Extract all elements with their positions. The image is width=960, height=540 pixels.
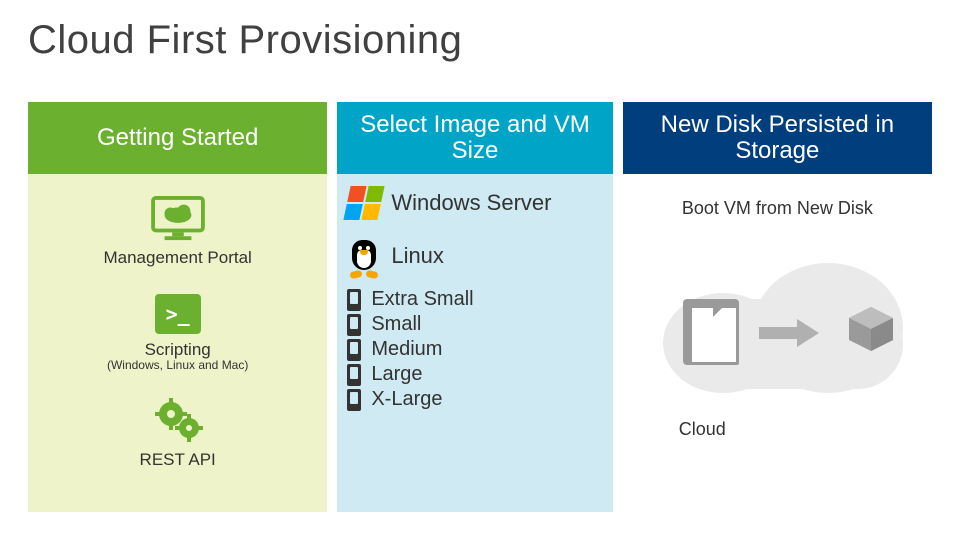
disk-document-icon bbox=[713, 301, 729, 317]
size-label: X-Large bbox=[371, 388, 442, 411]
size-label: Large bbox=[371, 363, 422, 386]
gear-icon bbox=[153, 394, 203, 444]
terminal-icon: >_ bbox=[155, 294, 201, 334]
linux-label: Linux bbox=[391, 243, 444, 269]
disk-document-icon bbox=[683, 299, 739, 365]
col2-header: Select Image and VM Size bbox=[337, 102, 612, 174]
arrow-right-icon bbox=[759, 319, 819, 347]
col1-header: Getting Started bbox=[28, 102, 327, 174]
vm-cube-icon bbox=[843, 301, 899, 357]
server-icon bbox=[347, 314, 361, 336]
windows-server-label: Windows Server bbox=[391, 190, 551, 216]
cloud-diagram: Cloud bbox=[633, 229, 922, 419]
scripting-label: Scripting bbox=[145, 340, 211, 360]
size-row: Large bbox=[347, 363, 602, 386]
slide: Cloud First Provisioning Getting Started… bbox=[0, 0, 960, 540]
size-label: Medium bbox=[371, 338, 442, 361]
col-select-image: Select Image and VM Size Windows Server bbox=[337, 102, 612, 512]
server-icon bbox=[347, 289, 361, 311]
size-row: Extra Small bbox=[347, 288, 602, 311]
scripting-sublabel: (Windows, Linux and Mac) bbox=[107, 358, 248, 372]
rest-api-label: REST API bbox=[140, 450, 216, 470]
col3-body: Boot VM from New Disk Cloud bbox=[623, 174, 932, 512]
size-row: Small bbox=[347, 313, 602, 336]
vm-sizes-list: Extra Small Small Medium Large bbox=[347, 288, 602, 411]
server-icon bbox=[347, 389, 361, 411]
server-icon bbox=[347, 339, 361, 361]
server-icon bbox=[347, 364, 361, 386]
management-portal-label: Management Portal bbox=[103, 248, 251, 268]
slide-title: Cloud First Provisioning bbox=[0, 0, 960, 63]
os-linux-row: Linux bbox=[347, 236, 602, 276]
size-label: Small bbox=[371, 313, 421, 336]
os-windows-row: Windows Server bbox=[347, 186, 602, 220]
col-getting-started: Getting Started Management Portal >_ bbox=[28, 102, 327, 512]
size-row: Medium bbox=[347, 338, 602, 361]
columns: Getting Started Management Portal >_ bbox=[28, 102, 932, 512]
col2-body: Windows Server Linux Extra Small bbox=[337, 174, 612, 512]
size-row: X-Large bbox=[347, 388, 602, 411]
item-scripting: >_ Scripting (Windows, Linux and Mac) bbox=[38, 294, 317, 372]
col-new-disk: New Disk Persisted in Storage Boot VM fr… bbox=[623, 102, 932, 512]
boot-vm-label: Boot VM from New Disk bbox=[633, 198, 922, 219]
item-management-portal: Management Portal bbox=[38, 196, 317, 268]
linux-tux-icon bbox=[347, 236, 381, 276]
col3-header: New Disk Persisted in Storage bbox=[623, 102, 932, 174]
col1-body: Management Portal >_ Scripting (Windows,… bbox=[28, 174, 327, 512]
monitor-cloud-icon bbox=[149, 196, 207, 242]
item-rest-api: REST API bbox=[38, 394, 317, 470]
cloud-label: Cloud bbox=[679, 419, 726, 440]
windows-logo-icon bbox=[344, 186, 385, 220]
size-label: Extra Small bbox=[371, 288, 473, 311]
